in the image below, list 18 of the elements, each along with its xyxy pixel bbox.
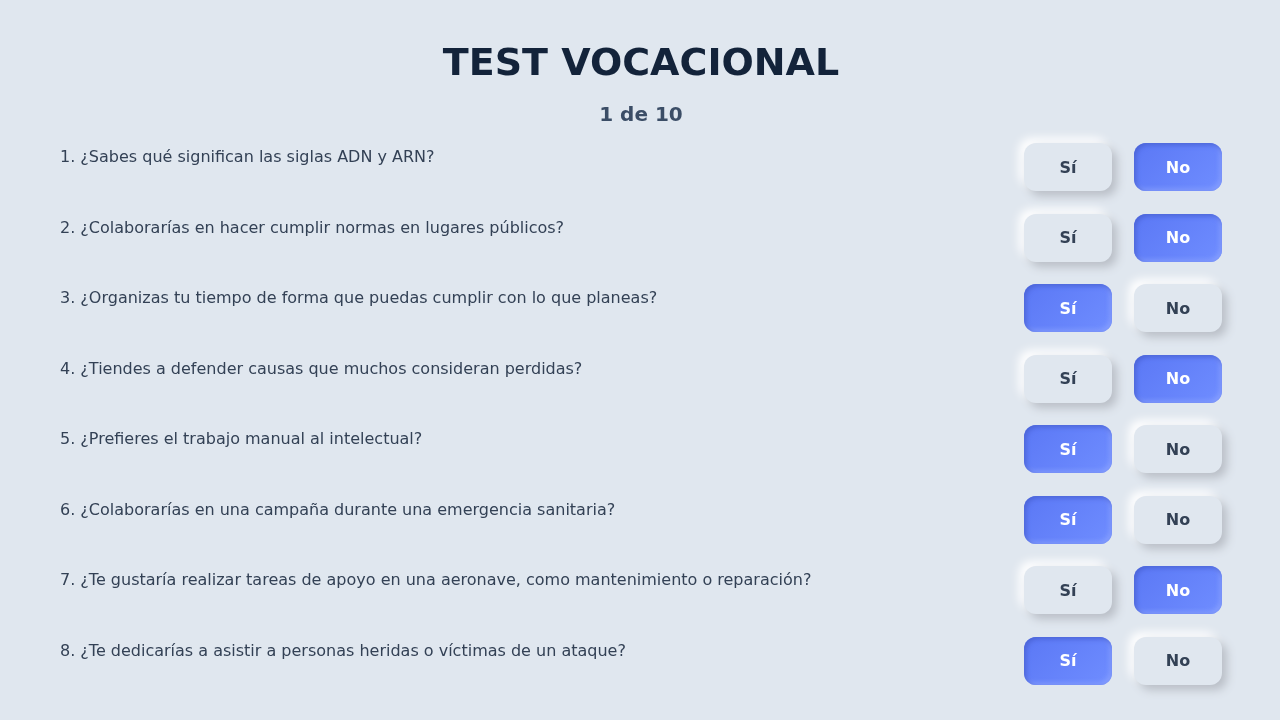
question-text: 6. ¿Colaborarías en una campaña durante una emergencia sanitaria?	[60, 499, 616, 519]
question-text: 7. ¿Te gustaría realizar tareas de apoyo en una aeronave, como mantenimiento o reparación?	[60, 570, 812, 589]
question-text: 1. ¿Sabes qué significan las siglas ADN y ARN?	[60, 147, 435, 166]
question-text: 8. ¿Te dedicarías a asistir a personas heridas o víctimas de un ataque?	[60, 640, 626, 660]
answer-button[interactable]: No	[1134, 425, 1222, 473]
question-text: 2. ¿Colaborarías en hacer cumplir normas en lugares públicos?	[60, 217, 565, 237]
progress-counter: 1 de 10	[598, 102, 684, 126]
question-text: 5. ¿Prefieres el trabajo manual al intelectual?	[60, 429, 423, 448]
answer-button[interactable]: Sí	[1024, 213, 1112, 262]
answer-button[interactable]: Sí	[1024, 143, 1112, 191]
question-text: 3. ¿Organizas tu tiempo de forma que puedas cumplir con lo que planeas?	[60, 288, 658, 307]
answer-button[interactable]: No	[1134, 284, 1222, 332]
page-title: TEST VOCACIONAL	[441, 39, 841, 86]
answer-button[interactable]: No	[1134, 636, 1222, 685]
answer-button[interactable]: Sí	[1024, 354, 1112, 403]
question-text: 4. ¿Tiendes a defender causas que muchos consideran perdidas?	[60, 358, 583, 378]
answer-button[interactable]: Sí	[1024, 566, 1112, 614]
answer-button[interactable]: No	[1134, 495, 1222, 544]
